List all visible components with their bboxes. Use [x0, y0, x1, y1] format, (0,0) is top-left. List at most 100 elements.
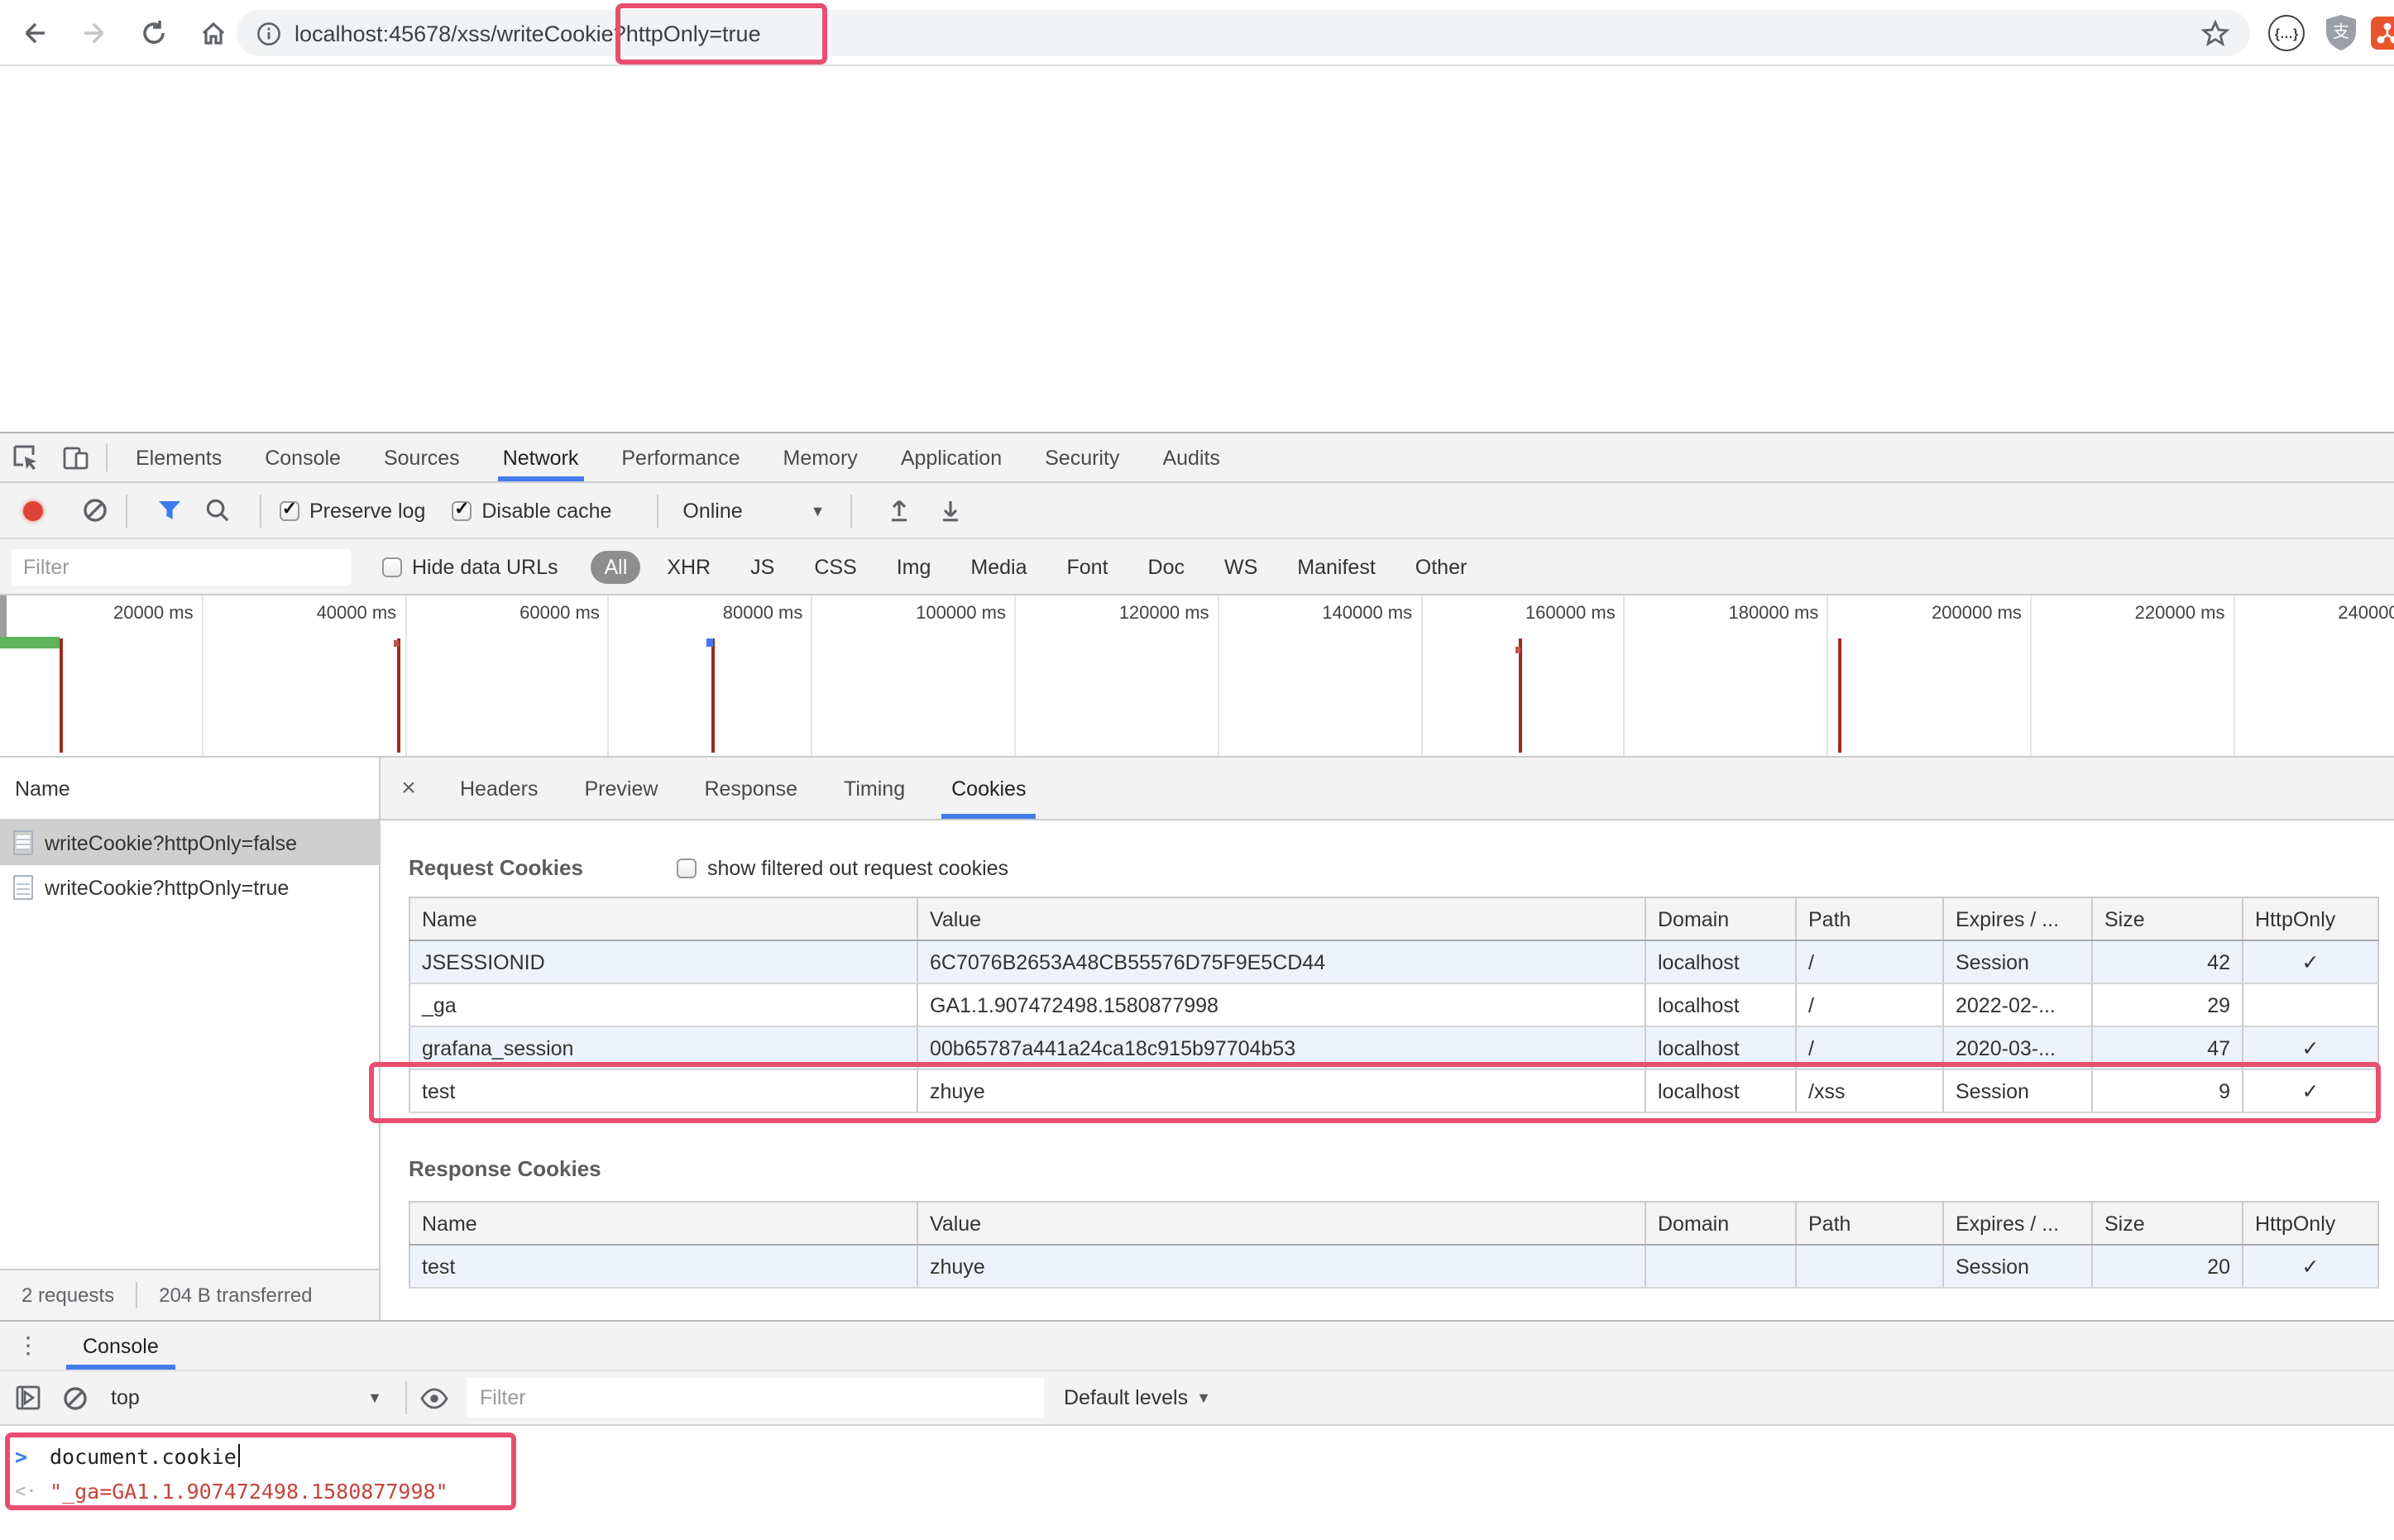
console-input-line[interactable]: > document.cookie	[0, 1426, 2394, 1472]
tab-headers[interactable]: Headers	[437, 758, 562, 819]
hide-data-urls-label: Hide data URLs	[412, 555, 558, 578]
filter-type-font[interactable]: Font	[1054, 550, 1122, 583]
reload-icon[interactable]	[136, 15, 172, 51]
disable-cache-label: Disable cache	[481, 499, 612, 522]
cookie-path: /xss	[1795, 1069, 1944, 1113]
timeline-tick-label: 60000 ms	[406, 595, 610, 756]
col-domain: Domain	[1645, 1201, 1797, 1246]
cookie-expires: 2020-03-...	[1942, 1026, 2093, 1070]
export-har-icon[interactable]	[937, 498, 962, 523]
clear-icon[interactable]	[83, 498, 108, 523]
tab-preview[interactable]: Preview	[562, 758, 682, 819]
eye-icon[interactable]	[420, 1387, 448, 1408]
alipay-shield-icon[interactable]: 支	[2323, 13, 2359, 53]
request-cookies-table: Name Value Domain Path Expires / ... Siz…	[409, 897, 2379, 1113]
filter-type-doc[interactable]: Doc	[1135, 550, 1198, 583]
filter-type-ws[interactable]: WS	[1211, 550, 1271, 583]
address-bar[interactable]: localhost:45678/xss/writeCookie?httpOnly…	[237, 10, 2250, 56]
cookie-size: 29	[2091, 983, 2243, 1027]
tab-application[interactable]: Application	[879, 433, 1023, 481]
url-highlighted-query: ?httpOnly=true	[613, 21, 761, 45]
network-main-split: Name writeCookie?httpOnly=false writeCoo…	[0, 758, 2394, 1320]
load-event-line	[397, 638, 400, 753]
cookie-domain: localhost	[1645, 1069, 1797, 1113]
disable-cache-checkbox[interactable]	[452, 500, 472, 520]
console-filter-input[interactable]	[467, 1378, 1044, 1418]
tab-elements[interactable]: Elements	[114, 433, 243, 481]
cookie-row: test zhuye localhost /xss Session 9 ✓	[409, 1069, 2379, 1113]
page-info-icon[interactable]	[256, 21, 281, 45]
tab-cookies[interactable]: Cookies	[928, 758, 1049, 819]
request-name: writeCookie?httpOnly=false	[45, 831, 298, 854]
close-icon[interactable]: ×	[381, 758, 437, 819]
show-filtered-cookies-checkbox[interactable]	[677, 858, 697, 878]
device-toolbar-icon[interactable]	[50, 433, 99, 481]
timeline-tick-label: 20000 ms	[0, 595, 203, 756]
text-cursor	[237, 1444, 240, 1467]
tab-audits[interactable]: Audits	[1141, 433, 1242, 481]
cookie-httponly: ✓	[2242, 1244, 2379, 1289]
url-text[interactable]: localhost:45678/xss/writeCookie?httpOnly…	[294, 21, 761, 45]
network-overview-timeline[interactable]: 20000 ms 40000 ms 60000 ms 80000 ms 100000 m…	[0, 595, 2394, 758]
timeline-ruler: 20000 ms 40000 ms 60000 ms 80000 ms 100000 m…	[0, 595, 2394, 756]
request-cookies-title: Request Cookies	[409, 855, 583, 880]
tab-security[interactable]: Security	[1023, 433, 1141, 481]
col-size: Size	[2091, 1201, 2243, 1246]
hide-data-urls-checkbox[interactable]	[382, 557, 402, 576]
console-result-icon: <·	[15, 1480, 37, 1501]
forward-icon[interactable]	[76, 15, 113, 51]
bookmark-star-icon[interactable]	[2200, 18, 2230, 48]
request-list-header[interactable]: Name	[0, 758, 379, 820]
filter-type-other[interactable]: Other	[1402, 550, 1481, 583]
timeline-tick-label: 160000 ms	[1422, 595, 1626, 756]
cookie-value: GA1.1.907472498.1580877998	[917, 983, 1646, 1027]
divider	[656, 494, 658, 527]
cookie-value: 6C7076B2653A48CB55576D75F9E5CD44	[917, 940, 1646, 984]
chevron-down-icon: ▼	[810, 502, 826, 519]
preserve-log-checkbox[interactable]	[280, 500, 299, 520]
filter-type-img[interactable]: Img	[883, 550, 945, 583]
tab-sources[interactable]: Sources	[362, 433, 481, 481]
filter-funnel-icon[interactable]	[157, 500, 182, 521]
filter-type-xhr[interactable]: XHR	[654, 550, 724, 583]
inspect-element-icon[interactable]	[0, 433, 50, 481]
home-icon[interactable]	[195, 15, 232, 51]
log-levels-value: Default levels	[1064, 1386, 1189, 1409]
extension-braces-icon[interactable]: {…}	[2268, 15, 2305, 51]
search-icon[interactable]	[205, 498, 230, 523]
tab-console[interactable]: Console	[243, 433, 362, 481]
console-content: > document.cookie <· "_ga=GA1.1.90747249…	[0, 1426, 2394, 1540]
chevron-down-icon: ▼	[1196, 1389, 1211, 1406]
kebab-menu-icon[interactable]: ⋮	[0, 1332, 56, 1360]
console-output-line: <· "_ga=GA1.1.907472498.1580877998"	[0, 1472, 2394, 1509]
tab-console-drawer[interactable]: Console	[56, 1322, 185, 1370]
tab-performance[interactable]: Performance	[600, 433, 761, 481]
request-row[interactable]: writeCookie?httpOnly=false	[0, 820, 379, 865]
filter-type-media[interactable]: Media	[957, 550, 1040, 583]
filter-type-js[interactable]: JS	[737, 550, 788, 583]
filter-type-manifest[interactable]: Manifest	[1284, 550, 1389, 583]
cookie-size: 47	[2091, 1026, 2243, 1070]
record-button[interactable]	[23, 500, 43, 520]
throttling-select[interactable]: Online ▼	[682, 499, 825, 522]
filter-type-all[interactable]: All	[591, 550, 641, 583]
log-levels-select[interactable]: Default levels ▼	[1064, 1386, 1211, 1409]
tab-response[interactable]: Response	[681, 758, 821, 819]
request-row[interactable]: writeCookie?httpOnly=true	[0, 865, 379, 910]
clear-console-icon[interactable]	[63, 1385, 88, 1410]
tab-memory[interactable]: Memory	[762, 433, 879, 481]
tab-timing[interactable]: Timing	[821, 758, 928, 819]
filter-type-css[interactable]: CSS	[801, 550, 869, 583]
back-icon[interactable]	[17, 15, 53, 51]
context-select[interactable]: top ▼	[111, 1386, 382, 1409]
execution-context-icon[interactable]	[15, 1385, 41, 1411]
network-filter-input[interactable]	[12, 548, 351, 585]
cookie-httponly: ✓	[2242, 940, 2379, 984]
page-viewport	[0, 68, 2394, 432]
request-detail-tabs: × Headers Preview Response Timing Cookie…	[381, 758, 2394, 820]
divider	[260, 494, 261, 527]
extension-tree-icon[interactable]	[2371, 17, 2394, 50]
timeline-tick-label: 180000 ms	[1626, 595, 1829, 756]
import-har-icon[interactable]	[886, 498, 911, 523]
tab-network[interactable]: Network	[481, 433, 601, 481]
